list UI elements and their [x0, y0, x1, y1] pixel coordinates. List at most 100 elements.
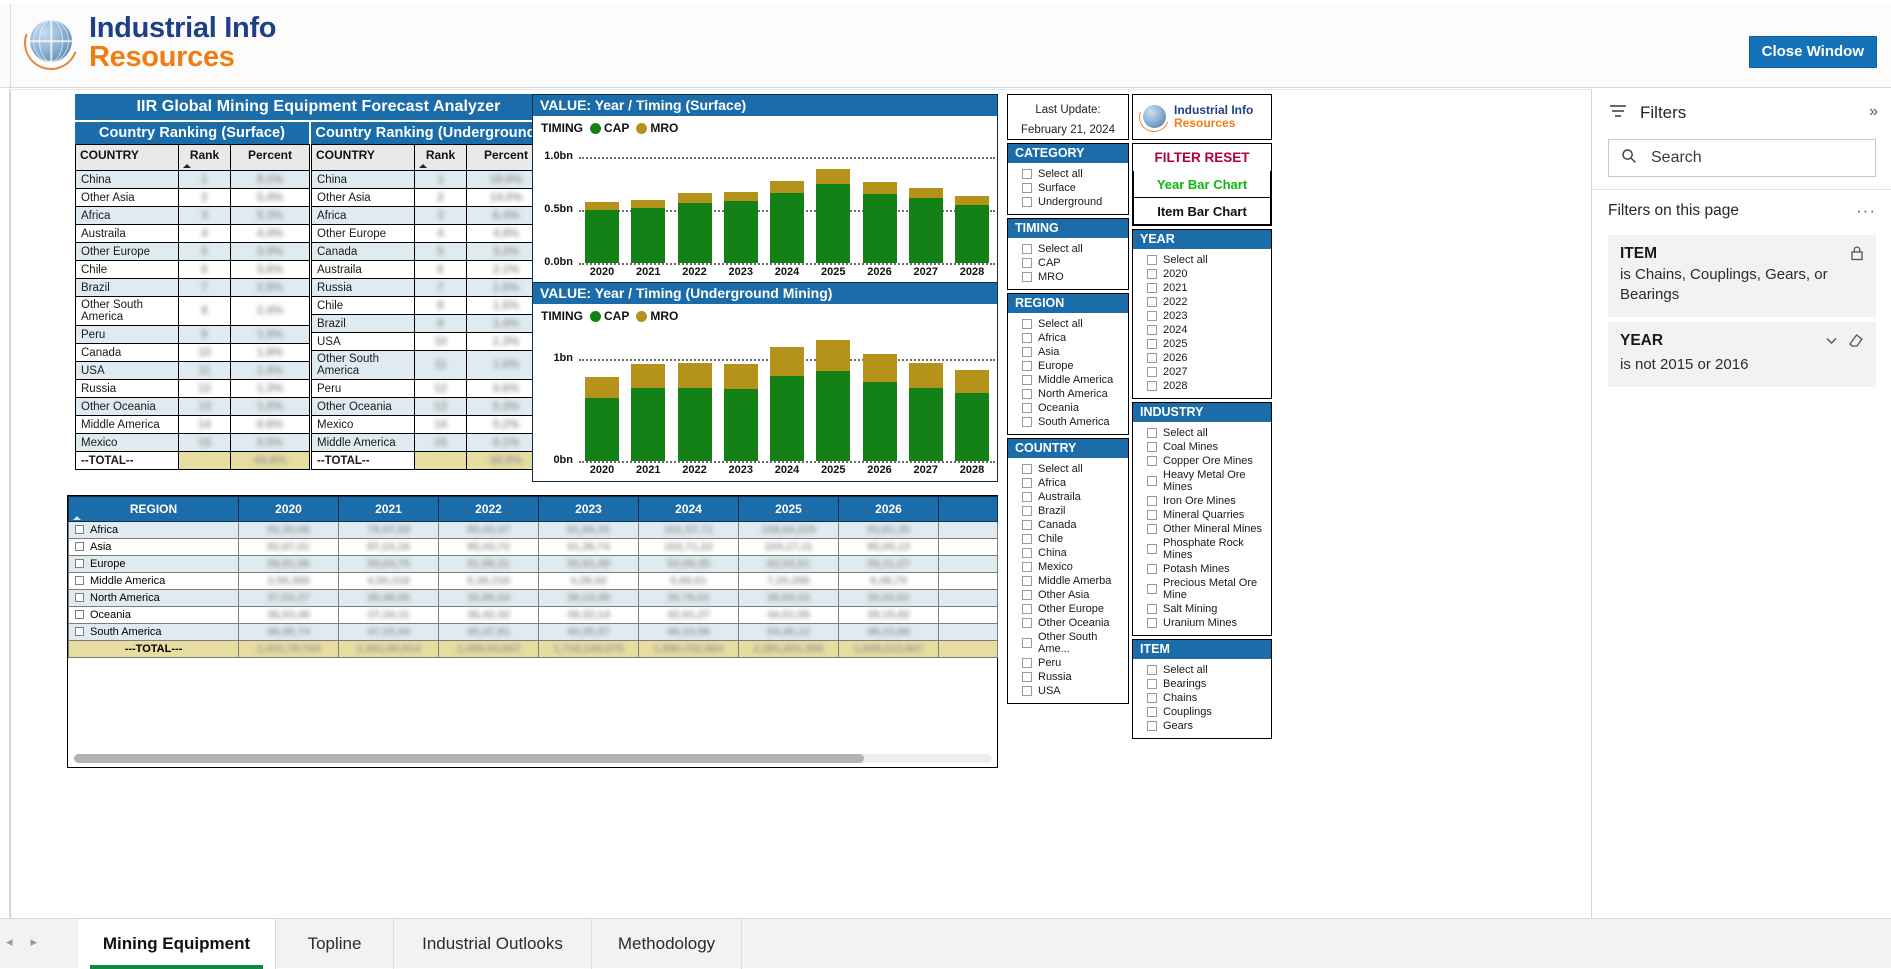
cell-region[interactable]: Asia [68, 538, 239, 556]
scrollbar-thumb[interactable] [74, 754, 864, 763]
slicer-option-country[interactable]: Chile [1008, 532, 1128, 546]
checkbox[interactable] [1147, 604, 1157, 614]
bar-2024[interactable] [770, 329, 804, 461]
matrix-col-2026[interactable]: 2026 [838, 496, 939, 522]
checkbox[interactable] [1147, 381, 1157, 391]
bar-2028[interactable] [955, 329, 989, 461]
bar-segment-mro[interactable] [677, 362, 712, 388]
bar-segment-mro[interactable] [816, 340, 851, 371]
bar-segment-mro[interactable] [631, 200, 666, 209]
bar-segment-cap[interactable] [723, 200, 758, 263]
bar-segment-mro[interactable] [908, 362, 943, 388]
slicer-option-year[interactable]: 2024 [1133, 323, 1271, 337]
slicer-option-region[interactable]: Asia [1008, 345, 1128, 359]
table-row[interactable]: China 1 18.6% [311, 170, 546, 189]
filter-card-year[interactable]: YEAR is not 2015 or 2016 [1608, 322, 1876, 387]
table-row[interactable]: Other Asia 2 5.4% [75, 188, 310, 207]
bar-2022[interactable] [677, 141, 712, 263]
expand-icon[interactable] [75, 542, 84, 551]
bar-segment-cap[interactable] [955, 205, 989, 263]
bar-2023[interactable] [723, 329, 758, 461]
bar-2020[interactable] [585, 329, 619, 461]
table-row[interactable]: Africa 3 5.3% [75, 206, 310, 225]
table-row[interactable]: Chile 8 1.5% [311, 296, 546, 315]
checkbox[interactable] [1147, 283, 1157, 293]
bar-2022[interactable] [677, 329, 712, 461]
bar-2025[interactable] [816, 141, 851, 263]
bar-segment-mro[interactable] [677, 192, 712, 204]
checkbox[interactable] [1022, 347, 1032, 357]
slicer-option-region[interactable]: Africa [1008, 331, 1128, 345]
filter-reset-button[interactable]: FILTER RESET [1133, 144, 1271, 171]
slicer-option-year[interactable]: 2027 [1133, 365, 1271, 379]
bar-segment-mro[interactable] [955, 369, 989, 393]
bar-segment-mro[interactable] [955, 196, 989, 206]
slicer-option-industry[interactable]: Phosphate Rock Mines [1133, 536, 1271, 562]
slicer-option-item[interactable]: Gears [1133, 719, 1271, 733]
table-row[interactable]: South America 46,96,74 47,15,34 45,47,81 44,… [68, 623, 998, 641]
slicer-option-country[interactable]: Other Oceania [1008, 616, 1128, 630]
clear-filter-icon[interactable] [1848, 332, 1864, 353]
checkbox[interactable] [1147, 456, 1157, 466]
slicer-option-industry[interactable]: Heavy Metal Ore Mines [1133, 468, 1271, 494]
col-country[interactable]: COUNTRY [311, 144, 415, 171]
slicer-option-country[interactable]: Brazil [1008, 504, 1128, 518]
bar-segment-cap[interactable] [631, 387, 666, 461]
checkbox[interactable] [1022, 333, 1032, 343]
checkbox[interactable] [1022, 183, 1032, 193]
table-row[interactable]: Mexico 15 0.5% [75, 433, 310, 452]
bar-segment-cap[interactable] [955, 392, 989, 461]
table-row[interactable]: Other Europe 4 4.8% [311, 224, 546, 243]
checkbox[interactable] [1147, 476, 1157, 486]
expand-icon[interactable] [75, 627, 84, 636]
next-page-icon[interactable]: ▸ [31, 934, 38, 950]
bar-segment-cap[interactable] [770, 192, 804, 263]
bar-segment-mro[interactable] [631, 363, 666, 388]
slicer-option-timing[interactable]: Select all [1008, 242, 1128, 256]
slicer-option-item[interactable]: Bearings [1133, 677, 1271, 691]
bar-segment-mro[interactable] [862, 181, 897, 194]
legend-item-cap[interactable]: CAP [590, 309, 629, 323]
slicer-option-country[interactable]: Other South Ame... [1008, 630, 1128, 656]
slicer-option-category[interactable]: Underground [1008, 195, 1128, 209]
table-row[interactable]: Africa 92,30,66 78,97,59 85,43,47 81,96,35 10… [68, 521, 998, 539]
bar-segment-cap[interactable] [908, 387, 943, 461]
cell-region[interactable]: Middle America [68, 572, 239, 590]
previous-page-icon[interactable]: ◂ [6, 934, 13, 950]
table-row[interactable]: Peru 12 0.6% [311, 379, 546, 398]
bar-segment-cap[interactable] [908, 197, 943, 263]
slicer-option-industry[interactable]: Potash Mines [1133, 562, 1271, 576]
checkbox[interactable] [1022, 520, 1032, 530]
expand-icon[interactable] [75, 610, 84, 619]
slicer-option-region[interactable]: North America [1008, 387, 1128, 401]
bar-segment-cap[interactable] [770, 375, 804, 461]
table-row[interactable]: Other Asia 2 14.0% [311, 188, 546, 207]
bar-segment-cap[interactable] [723, 388, 758, 461]
slicer-option-country[interactable]: Other Europe [1008, 602, 1128, 616]
checkbox[interactable] [1147, 584, 1157, 594]
table-row[interactable]: Other South America 11 1.0% [311, 350, 546, 380]
checkbox[interactable] [1147, 311, 1157, 321]
bar-2024[interactable] [770, 141, 804, 263]
slicer-option-country[interactable]: Other Asia [1008, 588, 1128, 602]
legend-item-cap[interactable]: CAP [590, 121, 629, 135]
col-percent[interactable]: Percent [230, 144, 310, 171]
table-row[interactable]: North America 37,03,27 39,48,06 32,86,54 36,… [68, 589, 998, 607]
table-row[interactable]: Other Oceania 13 1.0% [75, 397, 310, 416]
checkbox[interactable] [1022, 361, 1032, 371]
table-row[interactable]: Middle America 14 0.6% [75, 415, 310, 434]
bar-2021[interactable] [631, 329, 666, 461]
bar-2020[interactable] [585, 141, 619, 263]
checkbox[interactable] [1022, 604, 1032, 614]
slicer-option-region[interactable]: Oceania [1008, 401, 1128, 415]
slicer-option-country[interactable]: Canada [1008, 518, 1128, 532]
bar-2027[interactable] [908, 141, 943, 263]
expand-pane-icon[interactable]: » [1869, 103, 1878, 121]
checkbox[interactable] [1147, 367, 1157, 377]
bar-segment-mro[interactable] [585, 376, 619, 399]
bar-2028[interactable] [955, 141, 989, 263]
close-window-button[interactable]: Close Window [1748, 36, 1877, 68]
country-ranking-surface-table[interactable]: COUNTRY Rank Percent China 1 8.2% Other Asi… [75, 144, 310, 470]
slicer-option-year[interactable]: 2028 [1133, 379, 1271, 393]
table-row[interactable]: Middle America 15 0.1% [311, 433, 546, 452]
